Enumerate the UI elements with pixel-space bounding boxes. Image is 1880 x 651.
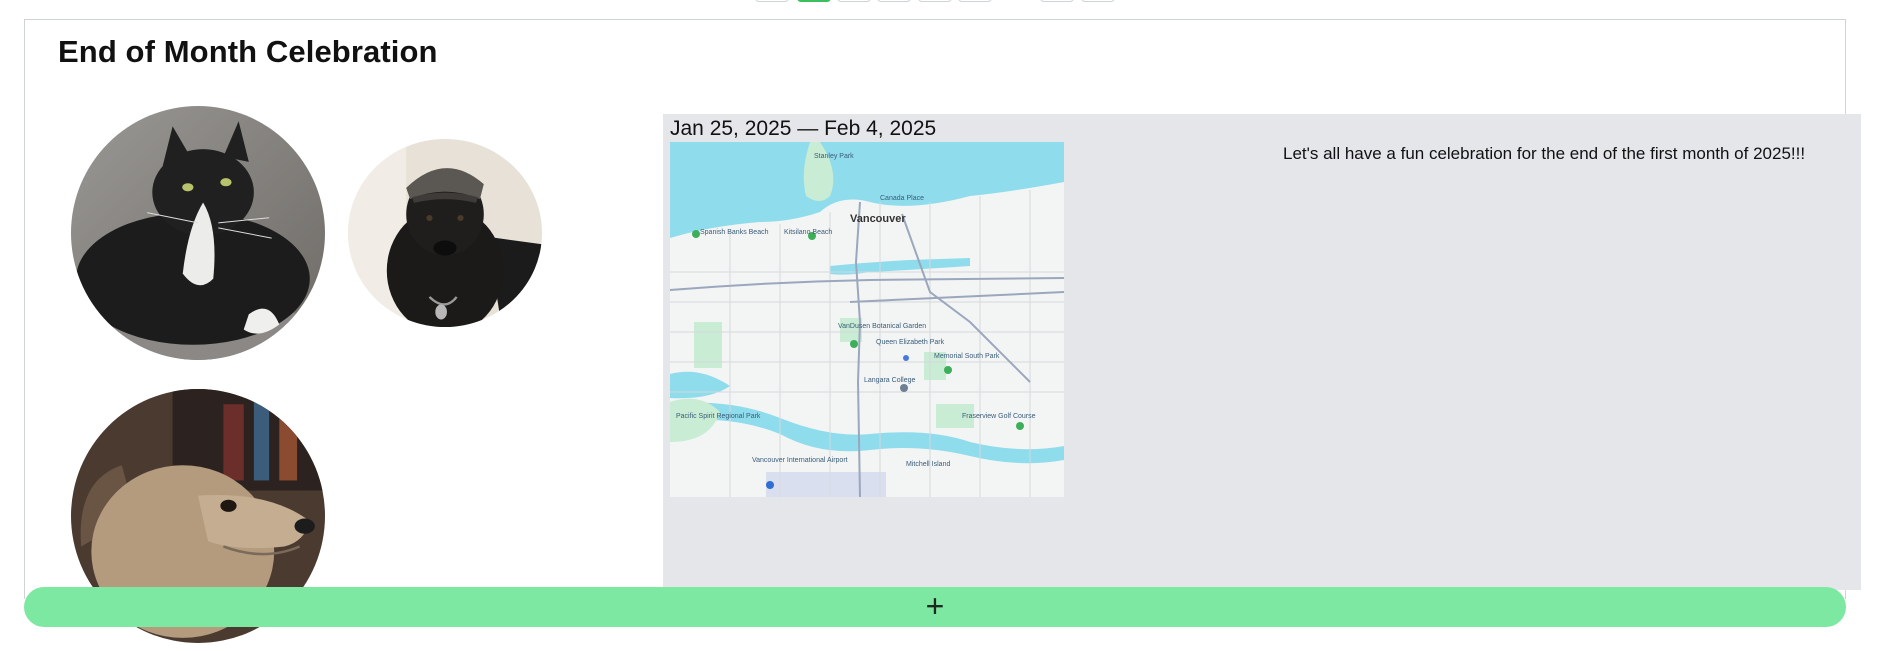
page-button[interactable] <box>837 0 871 2</box>
event-date-range: Jan 25, 2025 — Feb 4, 2025 <box>670 117 937 140</box>
cat-photo <box>71 106 325 360</box>
map-label: Kitsilano Beach <box>784 229 832 236</box>
add-button[interactable]: + <box>24 587 1846 627</box>
page-button-current[interactable] <box>797 0 831 2</box>
map-label: Queen Elizabeth Park <box>876 339 945 346</box>
map-label: VanDusen Botanical Garden <box>838 323 926 330</box>
event-title: End of Month Celebration <box>58 34 438 69</box>
page-button[interactable] <box>1040 0 1074 2</box>
map-label: Stanley Park <box>814 153 854 160</box>
page-button[interactable] <box>877 0 911 2</box>
event-card: End of Month Celebration Jan 25, 2025 — … <box>24 19 1861 643</box>
pagination <box>0 0 1880 4</box>
page-button[interactable] <box>918 0 952 2</box>
event-detail-panel: Jan 25, 2025 — Feb 4, 2025 Stanley Park … <box>663 114 1861 590</box>
map-label: Pacific Spirit Regional Park <box>676 413 761 420</box>
map-label: Fraserview Golf Course <box>962 413 1036 420</box>
map-label: Spanish Banks Beach <box>700 229 769 236</box>
location-map[interactable]: Stanley Park Canada Place Spanish Banks … <box>670 142 1064 497</box>
page-button[interactable] <box>755 0 789 2</box>
plus-icon: + <box>925 588 945 624</box>
map-label: Canada Place <box>880 195 924 202</box>
map-label: Memorial South Park <box>934 353 1000 360</box>
map-city-label: Vancouver <box>850 213 906 225</box>
map-label: Vancouver International Airport <box>752 457 848 464</box>
event-description: Let's all have a fun celebration for the… <box>1283 144 1806 163</box>
map-label: Langara College <box>864 377 915 384</box>
page-button[interactable] <box>958 0 992 2</box>
dog-photo-black <box>348 139 542 327</box>
map-label: Mitchell Island <box>906 461 950 468</box>
page-button[interactable] <box>1081 0 1115 2</box>
